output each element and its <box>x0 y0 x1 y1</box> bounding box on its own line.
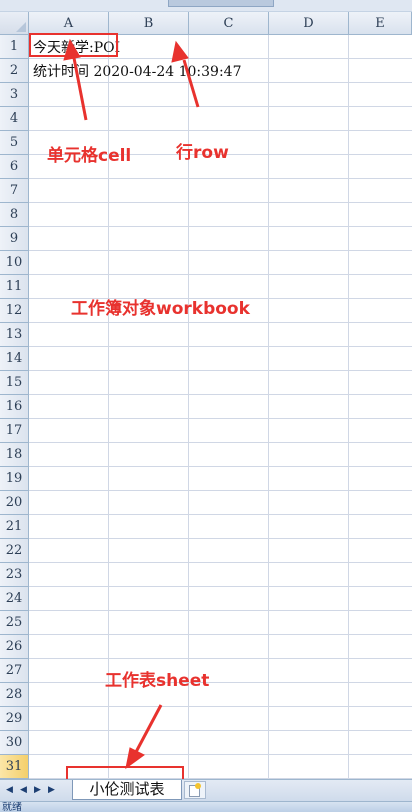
row-header-9[interactable]: 9 <box>0 227 29 251</box>
sheet-tab[interactable]: 小伦测试表 <box>72 780 182 800</box>
row-gridline <box>29 106 412 107</box>
row-header-18[interactable]: 18 <box>0 443 29 467</box>
annotation-sheet: 工作表sheet <box>105 671 210 691</box>
status-bar: 就绪 <box>0 801 412 812</box>
row-gridline <box>29 490 412 491</box>
row-gridline <box>29 394 412 395</box>
row-gridline <box>29 178 412 179</box>
row-gridline <box>29 346 412 347</box>
row-gridline <box>29 466 412 467</box>
column-header-d[interactable]: D <box>269 12 349 35</box>
row-header-7[interactable]: 7 <box>0 179 29 203</box>
toolbar-strip <box>0 0 412 12</box>
select-all-corner[interactable] <box>0 12 29 35</box>
row-header-5[interactable]: 5 <box>0 131 29 155</box>
row-header-6[interactable]: 6 <box>0 155 29 179</box>
column-header-a[interactable]: A <box>29 12 109 35</box>
prev-sheet-icon[interactable]: ◀ <box>17 784 30 797</box>
row-header-4[interactable]: 4 <box>0 107 29 131</box>
row-gridline <box>29 682 412 683</box>
row-header-1[interactable]: 1 <box>0 35 29 59</box>
row-header-19[interactable]: 19 <box>0 467 29 491</box>
row-header-17[interactable]: 17 <box>0 419 29 443</box>
annotation-row: 行row <box>176 143 229 163</box>
row-header-23[interactable]: 23 <box>0 563 29 587</box>
row-gridline <box>29 202 412 203</box>
row-header-11[interactable]: 11 <box>0 275 29 299</box>
row-header-29[interactable]: 29 <box>0 707 29 731</box>
row-gridline <box>29 610 412 611</box>
row-header-22[interactable]: 22 <box>0 539 29 563</box>
row-header-13[interactable]: 13 <box>0 323 29 347</box>
column-header-e[interactable]: E <box>349 12 412 35</box>
row-gridline <box>29 538 412 539</box>
column-header-c[interactable]: C <box>189 12 269 35</box>
row-header-14[interactable]: 14 <box>0 347 29 371</box>
row-gridline <box>29 634 412 635</box>
row-gridline <box>29 82 412 83</box>
row-gridline <box>29 754 412 755</box>
row-header-16[interactable]: 16 <box>0 395 29 419</box>
row-header-20[interactable]: 20 <box>0 491 29 515</box>
row-gridline <box>29 58 412 59</box>
next-sheet-icon[interactable]: ▶ <box>31 784 44 797</box>
sheet-tab-bar: ◀ ◀ ▶ ▶ 小伦测试表 <box>0 779 412 801</box>
row-header-3[interactable]: 3 <box>0 83 29 107</box>
row-gridline <box>29 274 412 275</box>
row-gridline <box>29 442 412 443</box>
row-gridline <box>29 322 412 323</box>
row-gridline <box>29 418 412 419</box>
row-gridline <box>29 370 412 371</box>
row-header-10[interactable]: 10 <box>0 251 29 275</box>
row-header-2[interactable]: 2 <box>0 59 29 83</box>
row-gridline <box>29 130 412 131</box>
ribbon-tab-fragment <box>168 0 274 7</box>
last-sheet-icon[interactable]: ▶ <box>45 784 58 797</box>
cell-highlight-box <box>29 33 118 57</box>
row-gridline <box>29 658 412 659</box>
row-gridline <box>29 226 412 227</box>
row-header-28[interactable]: 28 <box>0 683 29 707</box>
row-header-30[interactable]: 30 <box>0 731 29 755</box>
row-header-8[interactable]: 8 <box>0 203 29 227</box>
row-gridline <box>29 562 412 563</box>
row-header-25[interactable]: 25 <box>0 611 29 635</box>
row-gridline <box>29 250 412 251</box>
row-gridline <box>29 514 412 515</box>
insert-sheet-icon[interactable] <box>184 781 206 799</box>
cell-a2[interactable]: 统计时间 2020-04-24 10:39:47 <box>33 61 242 81</box>
annotation-cell: 单元格cell <box>47 146 132 166</box>
annotation-workbook: 工作簿对象workbook <box>71 299 250 319</box>
row-header-27[interactable]: 27 <box>0 659 29 683</box>
row-header-31[interactable]: 31 <box>0 755 29 779</box>
row-header-24[interactable]: 24 <box>0 587 29 611</box>
first-sheet-icon[interactable]: ◀ <box>3 784 16 797</box>
row-gridline <box>29 706 412 707</box>
column-header-b[interactable]: B <box>109 12 189 35</box>
row-header-26[interactable]: 26 <box>0 635 29 659</box>
row-gridline <box>29 586 412 587</box>
row-header-21[interactable]: 21 <box>0 515 29 539</box>
row-header-12[interactable]: 12 <box>0 299 29 323</box>
row-header-15[interactable]: 15 <box>0 371 29 395</box>
row-gridline <box>29 730 412 731</box>
